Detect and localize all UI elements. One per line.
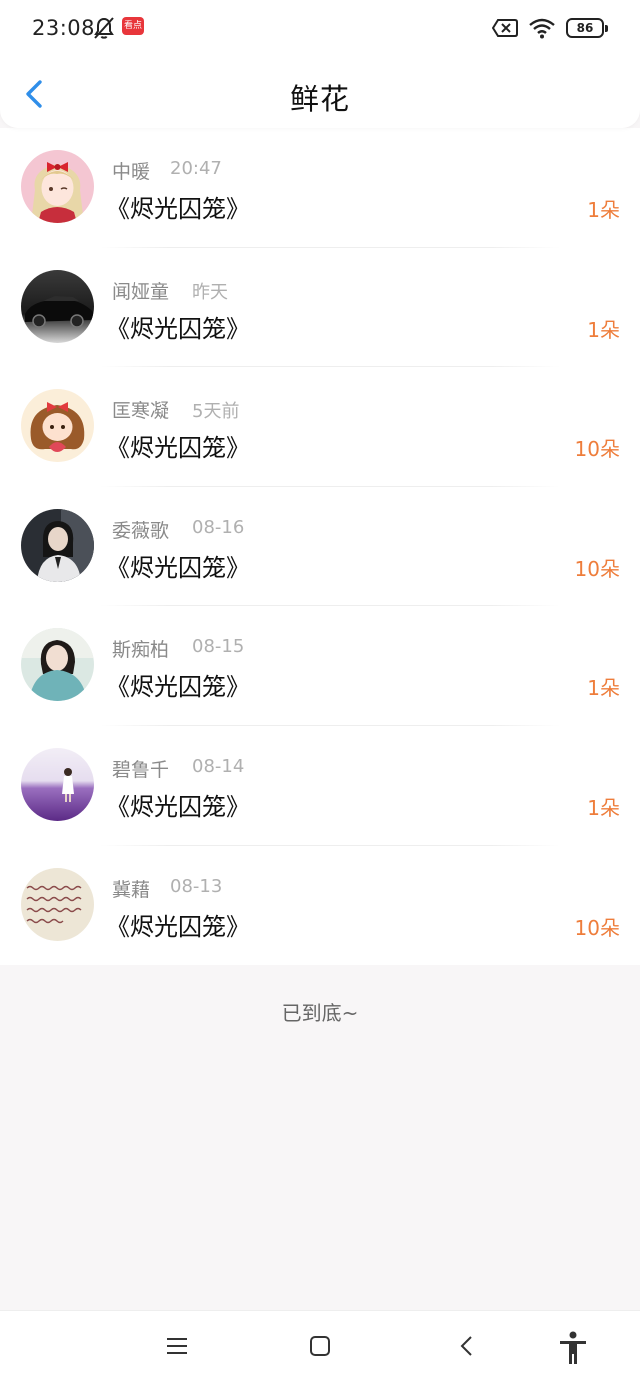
accessibility-icon[interactable] <box>557 1331 589 1365</box>
avatar[interactable] <box>21 389 94 463</box>
flower-count: 1朵 <box>587 198 620 222</box>
top-bar: 23:08 看点 86 鲜花 <box>0 0 640 128</box>
book-title: 《烬光囚笼》 <box>106 912 250 941</box>
black-car-avatar-icon <box>21 269 94 343</box>
battery-level: 86 <box>576 21 594 35</box>
avatar[interactable] <box>21 867 94 941</box>
book-title: 《烬光囚笼》 <box>106 195 250 223</box>
book-title: 《烬光囚笼》 <box>106 673 250 702</box>
flower-list: 中暖 20:47 《烬光囚笼》 1朵 闻娅童 昨天 《烬光囚笼》 1朵 匡寒凝 … <box>0 128 640 965</box>
cartoon-heart-girl-avatar-icon <box>21 389 94 463</box>
menu-icon[interactable] <box>166 1335 188 1357</box>
book-title: 《烬光囚笼》 <box>106 792 250 821</box>
list-item[interactable]: 匡寒凝 5天前 《烬光囚笼》 10朵 <box>0 367 640 487</box>
girl-teal-avatar-icon <box>21 628 94 702</box>
book-title: 《烬光囚笼》 <box>106 553 250 582</box>
send-time: 08-15 <box>192 636 245 658</box>
sender-name: 闻娅童 <box>112 280 170 303</box>
list-item[interactable]: 斯痴柏 08-15 《烬光囚笼》 1朵 <box>0 606 640 726</box>
handwriting-note-avatar-icon <box>21 867 94 941</box>
list-item[interactable]: 闻娅童 昨天 《烬光囚笼》 1朵 <box>0 248 640 368</box>
wifi-icon <box>529 18 555 39</box>
page-title: 鲜花 <box>289 82 350 116</box>
battery-indicator: 86 <box>566 18 608 38</box>
back-icon[interactable] <box>456 1335 478 1357</box>
sender-name: 中暖 <box>112 161 151 183</box>
status-right: 86 <box>492 16 608 40</box>
bell-muted-icon <box>94 17 114 39</box>
sender-name: 斯痴柏 <box>112 639 170 662</box>
flower-count: 1朵 <box>587 676 620 701</box>
avatar[interactable] <box>21 150 94 223</box>
list-item[interactable]: 冀藉 08-13 《烬光囚笼》 10朵 <box>0 846 640 966</box>
sender-name: 冀藉 <box>112 878 151 901</box>
flower-count: 10朵 <box>574 437 620 462</box>
flower-count: 1朵 <box>587 317 620 342</box>
send-time: 昨天 <box>192 281 228 303</box>
avatar[interactable] <box>21 269 94 343</box>
end-of-list-text: 已到底~ <box>281 1001 359 1025</box>
nav-bar: 鲜花 <box>0 56 640 128</box>
send-time: 20:47 <box>170 158 222 179</box>
anime-girl-avatar-icon <box>21 150 94 223</box>
status-time: 23:08 <box>32 16 96 40</box>
send-time: 5天前 <box>192 401 240 423</box>
home-icon[interactable] <box>309 1335 331 1357</box>
app-notification-badge: 看点 <box>122 17 144 35</box>
avatar[interactable] <box>21 747 94 821</box>
system-nav-bar <box>0 1310 640 1387</box>
dark-portrait-avatar-icon <box>21 508 94 582</box>
status-bar: 23:08 看点 86 <box>0 0 640 56</box>
list-item[interactable]: 碧鲁千 08-14 《烬光囚笼》 1朵 <box>0 726 640 846</box>
sender-name: 碧鲁千 <box>112 758 170 781</box>
book-title: 《烬光囚笼》 <box>106 314 250 343</box>
send-time: 08-13 <box>170 875 223 897</box>
list-item[interactable]: 中暖 20:47 《烬光囚笼》 1朵 <box>0 128 640 248</box>
flower-count: 10朵 <box>574 556 620 581</box>
sim-error-icon <box>492 19 518 37</box>
avatar[interactable] <box>21 628 94 702</box>
book-title: 《烬光囚笼》 <box>106 434 250 463</box>
sender-name: 委薇歌 <box>112 519 170 542</box>
avatar[interactable] <box>21 508 94 582</box>
flower-count: 10朵 <box>574 915 620 940</box>
lavender-field-avatar-icon <box>21 747 94 821</box>
sender-name: 匡寒凝 <box>112 400 170 423</box>
flower-count: 1朵 <box>587 795 620 820</box>
send-time: 08-14 <box>192 755 245 777</box>
list-item[interactable]: 委薇歌 08-16 《烬光囚笼》 10朵 <box>0 487 640 607</box>
send-time: 08-16 <box>192 516 245 538</box>
